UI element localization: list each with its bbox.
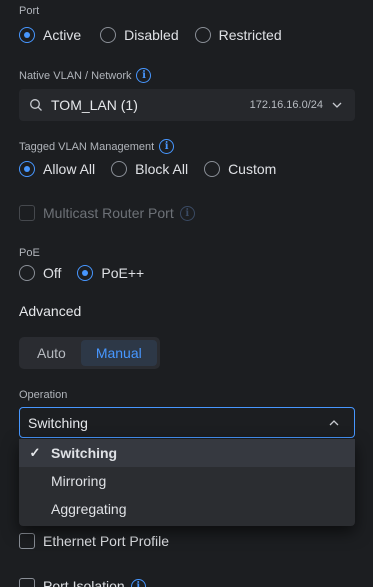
port-option-active-label: Active [43, 27, 82, 43]
advanced-title: Advanced [19, 303, 82, 319]
poe-radio-group: Off PoE++ [19, 265, 144, 281]
radio-icon [19, 265, 35, 281]
tagged-vlan-label: Tagged VLAN Management [19, 140, 155, 153]
info-icon[interactable]: i [159, 139, 175, 154]
port-option-disabled-label: Disabled [124, 27, 179, 43]
tagged-vlan-option-custom-label: Custom [228, 161, 277, 177]
tagged-vlan-option-block-all-label: Block All [135, 161, 189, 177]
port-option-restricted-label: Restricted [218, 27, 282, 43]
checkbox-icon [19, 205, 35, 221]
info-icon[interactable]: i [130, 578, 146, 587]
port-radio-group: Active Disabled Restricted [19, 27, 282, 43]
tagged-vlan-header: Tagged VLAN Management i [19, 139, 175, 154]
poe-label: PoE [19, 247, 40, 259]
operation-option-mirroring[interactable]: Mirroring [19, 467, 355, 495]
checkbox-icon [19, 533, 35, 549]
native-vlan-header: Native VLAN / Network i [19, 68, 152, 83]
search-icon [30, 99, 42, 111]
tagged-vlan-option-custom[interactable]: Custom [204, 161, 276, 177]
info-icon: i [179, 205, 195, 221]
tagged-vlan-option-allow-all-label: Allow All [43, 161, 96, 177]
advanced-mode-auto[interactable]: Auto [22, 340, 81, 366]
tagged-vlan-option-allow-all[interactable]: Allow All [19, 161, 95, 177]
native-vlan-subnet: 172.16.16.0/24 [249, 99, 323, 111]
operation-option-aggregating-label: Aggregating [51, 501, 127, 517]
multicast-router-port-label: Multicast Router Port [43, 205, 174, 221]
radio-selected-icon [19, 27, 35, 43]
operation-option-aggregating[interactable]: Aggregating [19, 495, 355, 523]
operation-select-value: Switching [28, 414, 88, 431]
radio-icon [111, 161, 128, 177]
native-vlan-select[interactable]: TOM_LAN (1) 172.16.16.0/24 [19, 89, 355, 121]
radio-icon [204, 161, 221, 177]
radio-icon [100, 27, 117, 43]
radio-icon [194, 27, 211, 43]
port-option-active[interactable]: Active [19, 27, 81, 43]
port-label: Port [19, 5, 40, 17]
poe-option-off[interactable]: Off [19, 265, 61, 281]
port-option-disabled[interactable]: Disabled [100, 27, 179, 43]
poe-option-poe-plus-plus[interactable]: PoE++ [77, 265, 144, 281]
checkmark-icon: ✓ [29, 445, 41, 460]
ethernet-port-profile-label: Ethernet Port Profile [43, 533, 170, 549]
operation-select[interactable]: Switching [19, 407, 355, 438]
ethernet-port-profile-checkbox[interactable]: Ethernet Port Profile [19, 533, 169, 549]
poe-option-off-label: Off [43, 265, 62, 281]
native-vlan-value: TOM_LAN (1) [51, 97, 138, 113]
chevron-down-icon [332, 102, 342, 108]
tagged-vlan-radio-group: Allow All Block All Custom [19, 161, 276, 177]
info-icon[interactable]: i [136, 68, 152, 83]
port-isolation-checkbox[interactable]: Port Isolation i [19, 578, 146, 587]
checkbox-icon [19, 578, 35, 587]
operation-label: Operation [19, 389, 68, 401]
multicast-router-port-checkbox[interactable]: Multicast Router Port i [19, 205, 195, 221]
advanced-mode-manual[interactable]: Manual [80, 340, 157, 366]
chevron-up-icon [329, 419, 339, 425]
native-vlan-label: Native VLAN / Network [19, 69, 132, 82]
operation-option-mirroring-label: Mirroring [51, 473, 107, 489]
port-option-restricted[interactable]: Restricted [194, 27, 282, 43]
tagged-vlan-option-block-all[interactable]: Block All [111, 161, 188, 177]
operation-option-switching-label: Switching [51, 445, 118, 461]
radio-selected-icon [19, 161, 35, 177]
operation-option-switching[interactable]: ✓ Switching [19, 439, 355, 467]
port-isolation-label: Port Isolation [43, 578, 125, 587]
advanced-mode-toggle: Auto Manual [19, 337, 160, 369]
poe-option-poe-plus-plus-label: PoE++ [101, 265, 145, 281]
operation-dropdown-menu: ✓ Switching Mirroring Aggregating [19, 439, 355, 526]
radio-selected-icon [77, 265, 94, 281]
